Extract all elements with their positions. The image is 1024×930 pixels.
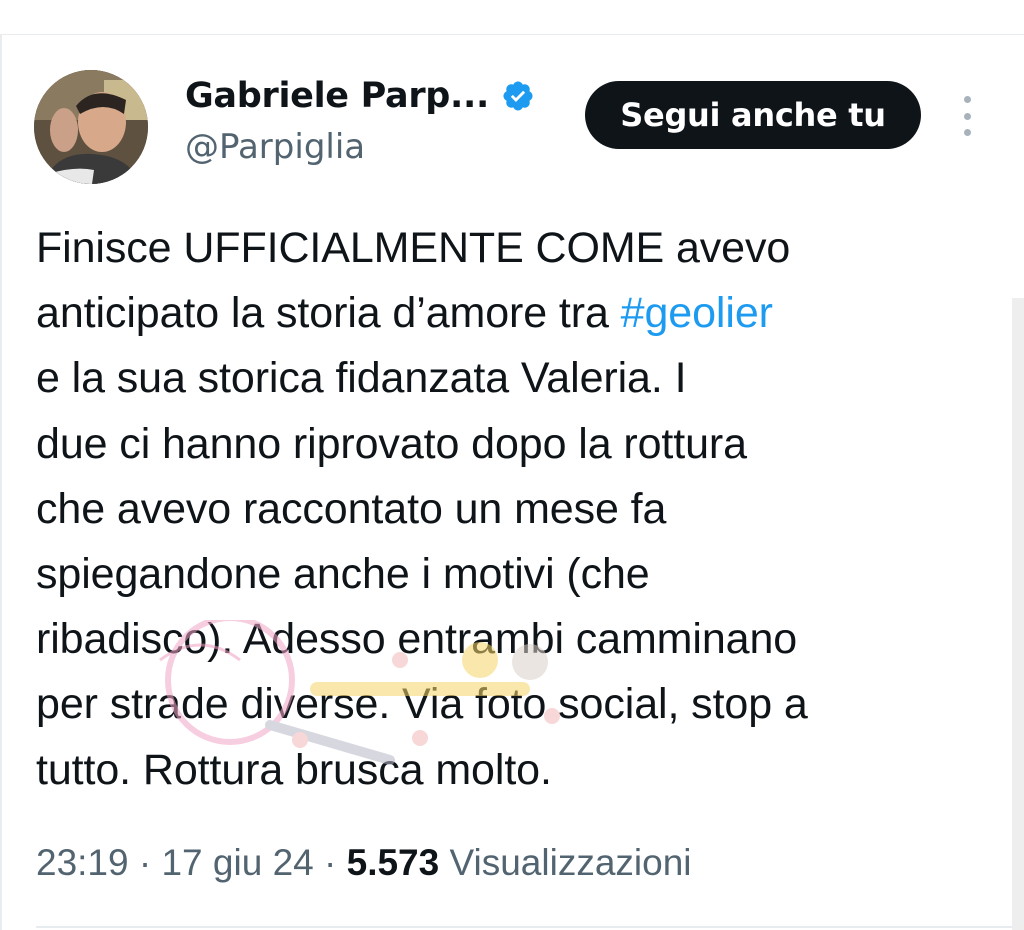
tweet-line: e la sua storica fidanzata Valeria. I <box>36 354 687 403</box>
bottom-divider <box>36 926 1012 928</box>
verified-badge-icon <box>503 81 533 111</box>
tweet-time[interactable]: 23:19 <box>36 842 129 883</box>
tweet-body: Finisce UFFICIALMENTE COME avevo anticip… <box>36 216 1011 803</box>
views-label: Visualizzazioni <box>449 842 692 883</box>
tweet-line: Finisce UFFICIALMENTE COME avevo <box>36 224 791 272</box>
tweet-line: tutto. Rottura brusca molto. <box>36 745 552 794</box>
top-divider <box>0 34 1024 35</box>
tweet-line: che avevo raccontato un mese fa <box>36 484 667 533</box>
tweet-meta: 23:19 · 17 giu 24 · 5.573 Visualizzazion… <box>36 842 692 884</box>
views-count: 5.573 <box>346 842 440 883</box>
more-vertical-icon[interactable] <box>955 96 979 136</box>
tweet-line: ribadisco). Adesso entrambi camminano <box>36 615 798 664</box>
avatar-photo-icon <box>34 70 148 184</box>
tweet-date[interactable]: 17 giu 24 <box>161 842 313 883</box>
more-dot <box>963 96 971 103</box>
more-dot <box>963 112 971 120</box>
follow-button[interactable]: Segui anche tu <box>585 81 921 149</box>
meta-separator: · <box>138 842 152 883</box>
tweet-line-with-hashtag: anticipato la storia d’amore tra #geolie… <box>36 281 1011 346</box>
author-name-row[interactable]: Gabriele Parp... <box>185 76 535 116</box>
scrollbar[interactable] <box>1012 298 1024 930</box>
more-dot <box>963 129 971 136</box>
author-handle[interactable]: @Parpiglia <box>185 127 365 167</box>
tweet-line: spiegandone anche i motivi (che <box>36 550 650 599</box>
avatar[interactable] <box>34 70 148 184</box>
hashtag-link[interactable]: #geolier <box>621 289 773 337</box>
author-display-name[interactable]: Gabriele Parp... <box>185 76 489 116</box>
tweet-line: per strade diverse. Via foto social, sto… <box>36 680 808 729</box>
tweet-line: due ci hanno riprovato dopo la rottura <box>36 419 747 468</box>
left-border <box>0 34 2 930</box>
meta-separator: · <box>324 842 337 883</box>
tweet-line-text: anticipato la storia d’amore tra <box>36 289 621 338</box>
